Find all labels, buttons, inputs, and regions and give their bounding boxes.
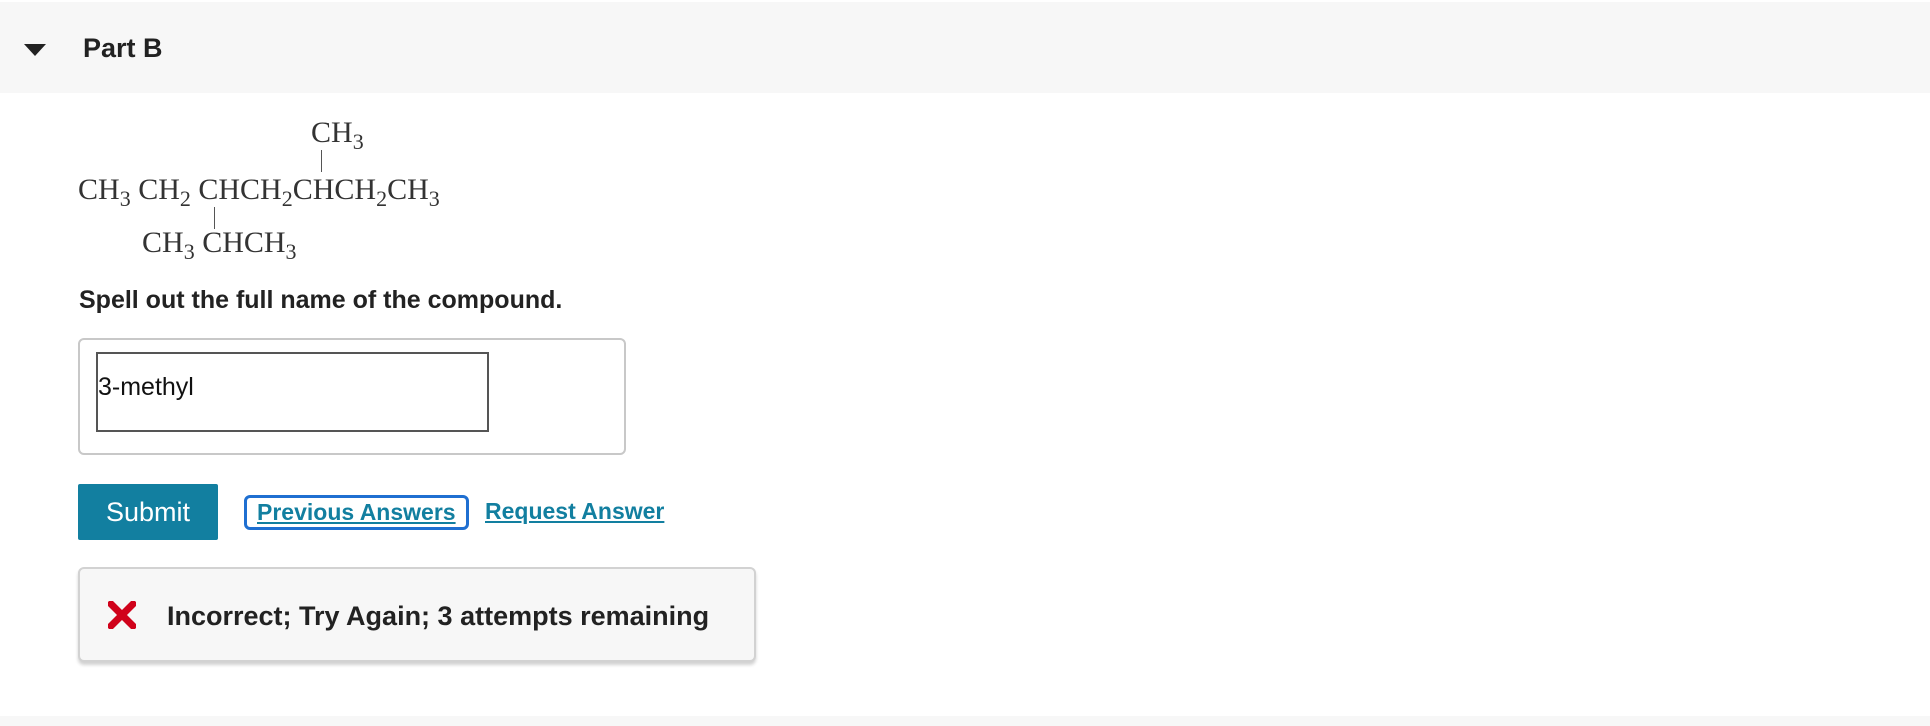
section-divider — [0, 716, 1930, 726]
question-instruction: Spell out the full name of the compound. — [79, 286, 563, 314]
caret-down-icon[interactable] — [24, 44, 46, 56]
answer-input[interactable]: 3-methyl — [96, 352, 489, 432]
part-title: Part B — [83, 33, 163, 63]
bottom-substituent: CH3 CHCH3 — [142, 226, 297, 264]
feedback-message: Incorrect; Try Again; 3 attempts remaini… — [167, 601, 710, 631]
request-answer-link[interactable]: Request Answer — [485, 498, 664, 525]
main-chain: CH3 CH2 CHCH2CHCH2CH3 — [78, 173, 440, 211]
part-header: Part B — [0, 2, 1930, 93]
answer-area: 3-methyl — [78, 338, 626, 455]
top-substituent: CH3 — [311, 116, 364, 154]
previous-answers-link[interactable]: Previous Answers — [244, 495, 469, 530]
feedback-banner: Incorrect; Try Again; 3 attempts remaini… — [78, 567, 756, 662]
top-bond — [321, 150, 322, 172]
submit-button[interactable]: Submit — [78, 484, 218, 540]
x-icon — [108, 601, 136, 629]
